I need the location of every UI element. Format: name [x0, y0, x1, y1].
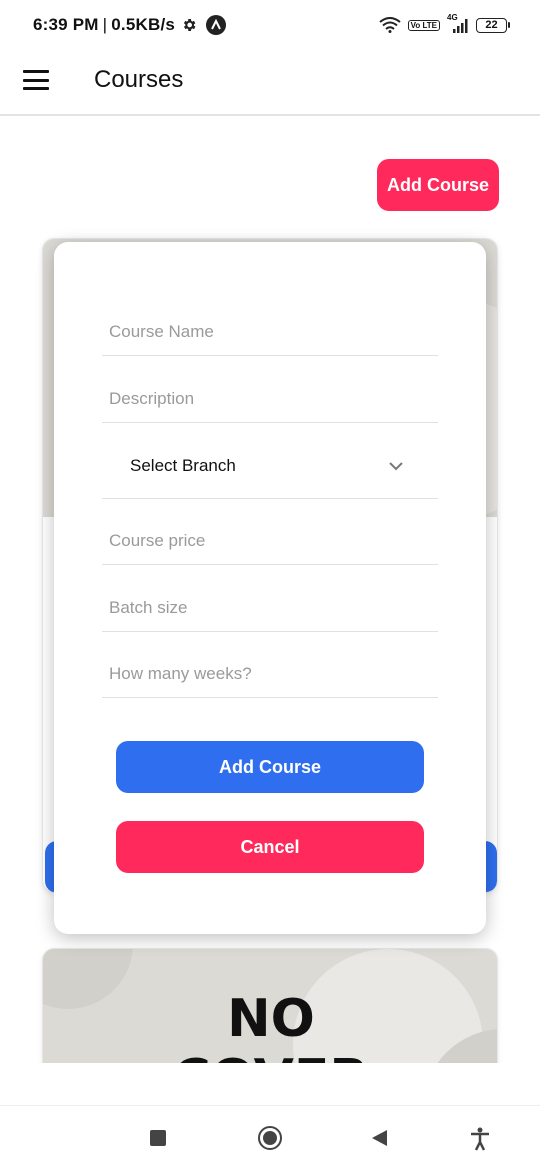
cancel-button[interactable]: Cancel	[116, 821, 424, 873]
course-name-field	[102, 308, 438, 356]
weeks-field	[102, 650, 438, 698]
nav-back-icon[interactable]	[372, 1130, 387, 1146]
branch-select[interactable]: Select Branch	[102, 433, 438, 499]
course-name-input[interactable]	[102, 308, 438, 355]
battery-level: 22	[476, 17, 507, 33]
wifi-icon	[379, 17, 401, 33]
menu-line	[23, 70, 49, 73]
course-price-input[interactable]	[102, 517, 438, 564]
gear-icon	[183, 19, 196, 31]
status-time: 6:39 PM	[33, 15, 99, 34]
menu-icon[interactable]	[23, 70, 49, 90]
status-speed: 0.5KB/s	[111, 15, 176, 34]
submit-add-course-button[interactable]: Add Course	[116, 741, 424, 793]
app-a-icon	[206, 15, 227, 35]
signal-icon: 4G	[447, 13, 469, 34]
menu-line	[23, 78, 49, 82]
nav-recents-icon[interactable]	[150, 1130, 166, 1146]
branch-select-value: Select Branch	[130, 455, 236, 475]
batch-size-input[interactable]	[102, 584, 438, 631]
description-field	[102, 375, 438, 423]
add-course-dialog: Select Branch Add Course Cancel	[54, 242, 486, 934]
app-bar: Courses	[0, 50, 540, 116]
add-course-button[interactable]: Add Course	[377, 159, 499, 211]
course-price-field	[102, 517, 438, 565]
battery-tip	[508, 22, 510, 28]
volte-icon: Vo LTE	[407, 19, 440, 31]
status-separator: |	[102, 15, 108, 34]
status-right: Vo LTE 4G 22	[379, 13, 510, 34]
nav-home-icon[interactable]	[258, 1126, 282, 1150]
status-left: 6:39 PM | 0.5KB/s	[33, 15, 227, 35]
menu-line	[23, 87, 49, 90]
system-nav-bar	[0, 1105, 540, 1170]
weeks-input[interactable]	[102, 650, 438, 697]
content-clip	[0, 1063, 540, 1105]
battery-icon: 22	[476, 17, 510, 33]
batch-size-field	[102, 584, 438, 632]
no-cover-text: NO	[227, 989, 315, 1049]
description-input[interactable]	[102, 375, 438, 422]
page-title: Courses	[94, 66, 184, 93]
status-bar: 6:39 PM | 0.5KB/s Vo LTE 4G 22	[0, 0, 540, 50]
accessibility-icon[interactable]	[469, 1127, 491, 1151]
chevron-down-icon	[389, 461, 403, 470]
